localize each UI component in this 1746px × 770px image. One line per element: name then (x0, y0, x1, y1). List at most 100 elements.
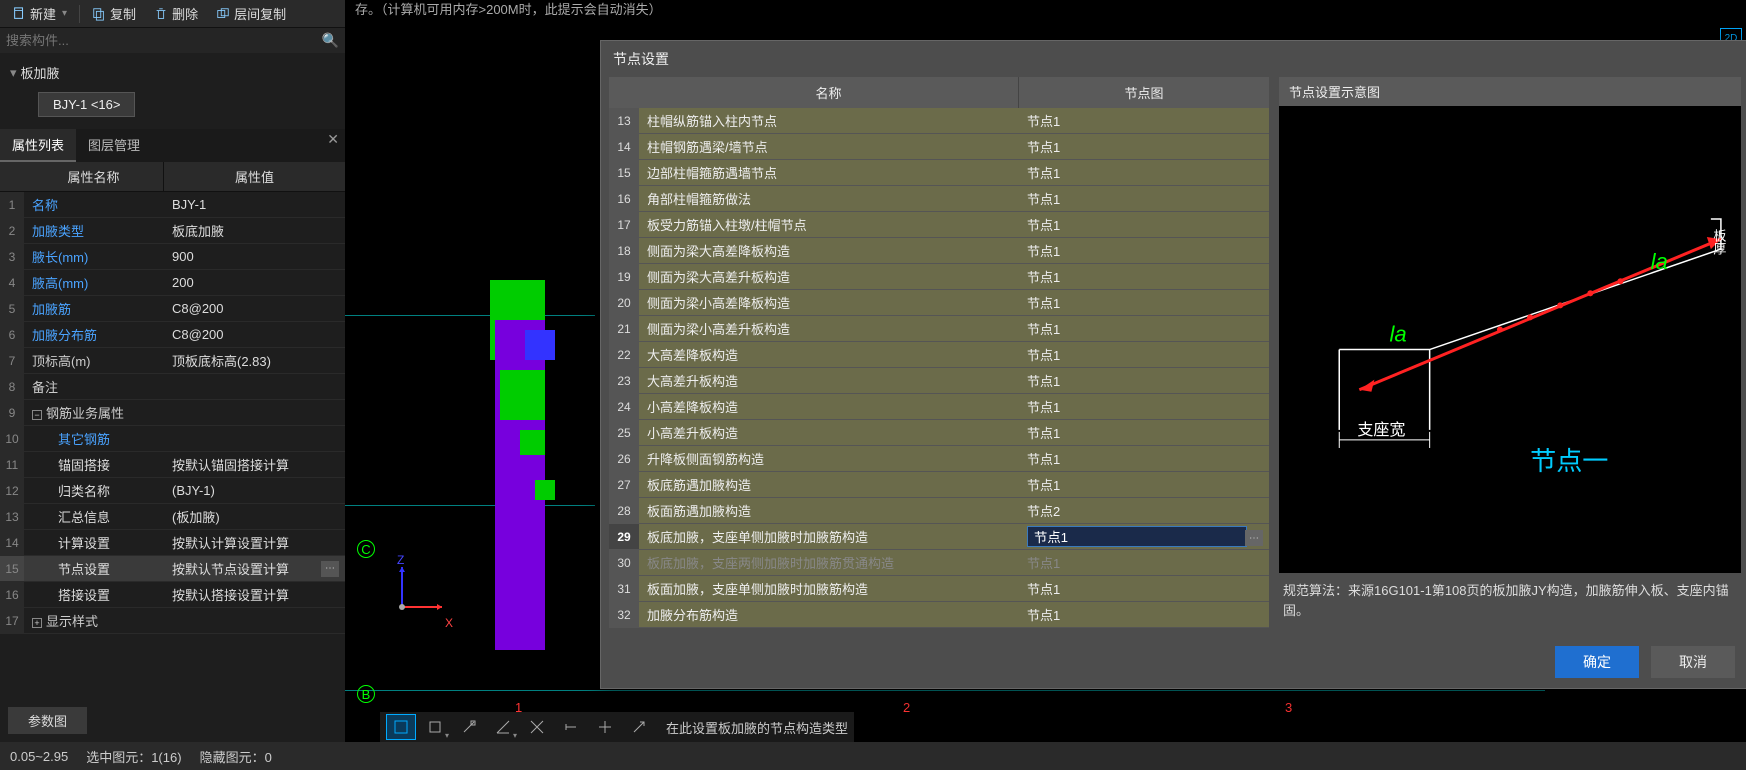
node-name: 板受力筋锚入柱墩/柱帽节点 (639, 215, 1019, 234)
tree-root[interactable]: ▾ 板加腋 (10, 59, 335, 86)
prop-value[interactable]: 按默认计算设置计算 (164, 533, 345, 552)
prop-value[interactable]: 顶板底标高(2.83) (164, 351, 345, 370)
node-img-cell[interactable]: 节点1 (1019, 345, 1269, 364)
ellipsis-button[interactable]: ⋯ (1245, 530, 1263, 546)
tab-layers[interactable]: 图层管理 (76, 129, 152, 162)
prop-value[interactable]: 200 (164, 275, 345, 290)
search-input[interactable] (6, 33, 322, 48)
node-img-input[interactable] (1027, 526, 1247, 547)
copy-button[interactable]: 复制 (84, 2, 144, 25)
node-img-cell[interactable]: 节点1 (1019, 111, 1269, 130)
snap-intersect-icon[interactable] (522, 714, 552, 740)
prop-header: 属性名称 属性值 (0, 162, 345, 192)
node-img-cell[interactable]: 节点1 (1019, 319, 1269, 338)
snap-extend-icon[interactable] (556, 714, 586, 740)
prop-row[interactable]: 9−钢筋业务属性 (0, 400, 345, 426)
search-icon[interactable]: 🔍 (322, 32, 339, 49)
new-button[interactable]: 新建 ▾ (4, 2, 75, 25)
prop-value[interactable]: 按默认节点设置计算 (164, 559, 321, 578)
node-row[interactable]: 24小高差降板构造节点1 (609, 394, 1269, 420)
node-img-cell[interactable]: ⋯ (1019, 526, 1269, 547)
prop-row[interactable]: 16搭接设置按默认搭接设置计算 (0, 582, 345, 608)
tab-properties[interactable]: 属性列表 (0, 129, 76, 162)
node-img-cell[interactable]: 节点1 (1019, 423, 1269, 442)
node-row[interactable]: 27板底筋遇加腋构造节点1 (609, 472, 1269, 498)
layer-copy-button[interactable]: 层间复制 (208, 2, 294, 25)
ellipsis-button[interactable]: ⋯ (321, 561, 339, 577)
prop-row[interactable]: 3腋长(mm)900 (0, 244, 345, 270)
prop-row[interactable]: 2加腋类型板底加腋 (0, 218, 345, 244)
close-icon[interactable]: ✕ (327, 131, 339, 148)
prop-row[interactable]: 10其它钢筋 (0, 426, 345, 452)
ok-button[interactable]: 确定 (1555, 646, 1639, 678)
prop-value[interactable]: C8@200 (164, 327, 345, 342)
node-img-cell[interactable]: 节点1 (1019, 137, 1269, 156)
node-img-cell[interactable]: 节点1 (1019, 449, 1269, 468)
prop-row[interactable]: 8备注 (0, 374, 345, 400)
prop-row[interactable]: 15节点设置按默认节点设置计算⋯ (0, 556, 345, 582)
node-img-cell[interactable]: 节点1 (1019, 605, 1269, 624)
prop-row[interactable]: 12归类名称(BJY-1) (0, 478, 345, 504)
prop-row[interactable]: 11锚固搭接按默认锚固搭接计算 (0, 452, 345, 478)
prop-row[interactable]: 5加腋筋C8@200 (0, 296, 345, 322)
snap-perp-icon[interactable] (454, 714, 484, 740)
node-row[interactable]: 29板底加腋，支座单侧加腋时加腋筋构造⋯ (609, 524, 1269, 550)
node-img-cell[interactable]: 节点1 (1019, 579, 1269, 598)
prop-row[interactable]: 14计算设置按默认计算设置计算 (0, 530, 345, 556)
row-number: 8 (0, 374, 24, 399)
prop-value[interactable]: BJY-1 (164, 197, 345, 212)
node-row[interactable]: 18侧面为梁大高差降板构造节点1 (609, 238, 1269, 264)
prop-value[interactable]: 按默认搭接设置计算 (164, 585, 345, 604)
node-img-cell[interactable]: 节点2 (1019, 501, 1269, 520)
prop-name: 其它钢筋 (24, 429, 164, 448)
node-img-cell[interactable]: 节点1 (1019, 397, 1269, 416)
snap-cross-icon[interactable] (590, 714, 620, 740)
snap-arrow-icon[interactable] (624, 714, 654, 740)
node-img-cell[interactable]: 节点1 (1019, 241, 1269, 260)
node-img-cell[interactable]: 节点1 (1019, 553, 1269, 572)
snap-angle-icon[interactable]: ▾ (488, 714, 518, 740)
tree-item-bjy1[interactable]: BJY-1 <16> (38, 92, 135, 117)
node-img-cell[interactable]: 节点1 (1019, 371, 1269, 390)
snap-mid-icon[interactable]: ▾ (420, 714, 450, 740)
node-row[interactable]: 21侧面为梁小高差升板构造节点1 (609, 316, 1269, 342)
prop-row[interactable]: 13汇总信息(板加腋) (0, 504, 345, 530)
prop-row[interactable]: 7顶标高(m)顶板底标高(2.83) (0, 348, 345, 374)
node-row[interactable]: 15边部柱帽箍筋遇墙节点节点1 (609, 160, 1269, 186)
node-row[interactable]: 25小高差升板构造节点1 (609, 420, 1269, 446)
prop-row[interactable]: 4腋高(mm)200 (0, 270, 345, 296)
prop-value[interactable]: (板加腋) (164, 507, 345, 526)
node-img-cell[interactable]: 节点1 (1019, 163, 1269, 182)
node-img-cell[interactable]: 节点1 (1019, 267, 1269, 286)
node-row[interactable]: 31板面加腋，支座单侧加腋时加腋筋构造节点1 (609, 576, 1269, 602)
prop-value[interactable]: 900 (164, 249, 345, 264)
node-row[interactable]: 22大高差降板构造节点1 (609, 342, 1269, 368)
prop-value[interactable]: (BJY-1) (164, 483, 345, 498)
delete-button[interactable]: 删除 (146, 2, 206, 25)
node-row[interactable]: 13柱帽纵筋锚入柱内节点节点1 (609, 108, 1269, 134)
node-row[interactable]: 17板受力筋锚入柱墩/柱帽节点节点1 (609, 212, 1269, 238)
prop-row[interactable]: 6加腋分布筋C8@200 (0, 322, 345, 348)
node-img-cell[interactable]: 节点1 (1019, 189, 1269, 208)
prop-value[interactable]: C8@200 (164, 301, 345, 316)
node-row[interactable]: 16角部柱帽箍筋做法节点1 (609, 186, 1269, 212)
node-row[interactable]: 20侧面为梁小高差降板构造节点1 (609, 290, 1269, 316)
node-row[interactable]: 19侧面为梁大高差升板构造节点1 (609, 264, 1269, 290)
snap-endpoint-icon[interactable] (386, 714, 416, 740)
prop-row[interactable]: 17+显示样式 (0, 608, 345, 634)
node-row[interactable]: 26升降板侧面钢筋构造节点1 (609, 446, 1269, 472)
node-row[interactable]: 14柱帽钢筋遇梁/墙节点节点1 (609, 134, 1269, 160)
svg-text:板厚: 板厚 (1711, 229, 1726, 256)
param-diagram-button[interactable]: 参数图 (8, 707, 87, 734)
prop-value[interactable]: 板底加腋 (164, 221, 345, 240)
node-row[interactable]: 28板面筋遇加腋构造节点2 (609, 498, 1269, 524)
node-img-cell[interactable]: 节点1 (1019, 293, 1269, 312)
cancel-button[interactable]: 取消 (1651, 646, 1735, 678)
prop-row[interactable]: 1名称BJY-1 (0, 192, 345, 218)
node-img-cell[interactable]: 节点1 (1019, 475, 1269, 494)
node-row[interactable]: 23大高差升板构造节点1 (609, 368, 1269, 394)
node-row[interactable]: 32加腋分布筋构造节点1 (609, 602, 1269, 628)
node-row[interactable]: 30板底加腋，支座两侧加腋时加腋筋贯通构造节点1 (609, 550, 1269, 576)
prop-value[interactable]: 按默认锚固搭接计算 (164, 455, 345, 474)
node-img-cell[interactable]: 节点1 (1019, 215, 1269, 234)
